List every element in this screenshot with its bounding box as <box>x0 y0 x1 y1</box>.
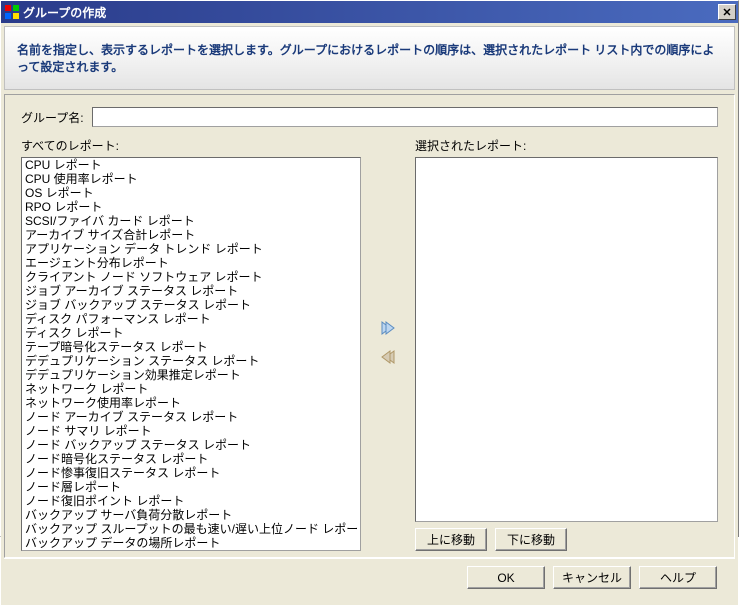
group-name-input[interactable] <box>92 107 718 127</box>
list-item[interactable]: RPO レポート <box>22 200 360 214</box>
list-item[interactable]: CPU レポート <box>22 158 360 172</box>
banner-text: 名前を指定し、表示するレポートを選択します。グループにおけるレポートの順序は、選… <box>17 41 722 75</box>
list-item[interactable]: テープ暗号化ステータス レポート <box>22 340 360 354</box>
arrow-left-icon <box>378 348 398 366</box>
selected-reports-listbox[interactable] <box>415 157 718 522</box>
footer-buttons: OK キャンセル ヘルプ <box>4 558 735 602</box>
list-item[interactable]: アーカイブ サイズ合計レポート <box>22 228 360 242</box>
list-item[interactable]: アプリケーション データ トレンド レポート <box>22 242 360 256</box>
list-item[interactable]: クライアント ノード ソフトウェア レポート <box>22 270 360 284</box>
list-item[interactable]: ジョブ バックアップ ステータス レポート <box>22 298 360 312</box>
list-item[interactable]: ノード バックアップ ステータス レポート <box>22 438 360 452</box>
arrow-right-icon <box>378 319 398 337</box>
list-item[interactable]: バックアップ データの場所レポート <box>22 536 360 550</box>
list-item[interactable]: ノード層レポート <box>22 480 360 494</box>
list-item[interactable]: ディスク パフォーマンス レポート <box>22 312 360 326</box>
list-item[interactable]: ノード サマリ レポート <box>22 424 360 438</box>
app-icon <box>5 5 19 19</box>
reorder-buttons: 上に移動 下に移動 <box>415 528 718 551</box>
close-icon: ✕ <box>722 6 731 19</box>
list-item[interactable]: バックアップ スループットの最も速い/遅い上位ノード レポート <box>22 522 360 536</box>
list-item[interactable]: エージェント分布レポート <box>22 256 360 270</box>
close-button[interactable]: ✕ <box>718 4 736 20</box>
list-item[interactable]: バックアップ サーバ負荷分散レポート <box>22 508 360 522</box>
list-item[interactable]: ノード惨事復旧ステータス レポート <box>22 466 360 480</box>
dual-list: すべてのレポート: CPU レポートCPU 使用率レポートOS レポートRPO … <box>21 137 718 551</box>
transfer-buttons <box>373 137 403 551</box>
window-title: グループの作成 <box>23 4 718 21</box>
list-item[interactable]: デデュプリケーション ステータス レポート <box>22 354 360 368</box>
info-banner: 名前を指定し、表示するレポートを選択します。グループにおけるレポートの順序は、選… <box>4 26 735 90</box>
group-name-row: グループ名: <box>21 107 718 127</box>
group-name-label: グループ名: <box>21 109 84 126</box>
list-item[interactable]: ジョブ アーカイブ ステータス レポート <box>22 284 360 298</box>
all-reports-listbox[interactable]: CPU レポートCPU 使用率レポートOS レポートRPO レポートSCSI/フ… <box>21 157 361 551</box>
list-item[interactable]: CPU 使用率レポート <box>22 172 360 186</box>
list-item[interactable]: ノード暗号化ステータス レポート <box>22 452 360 466</box>
list-item[interactable]: デデュプリケーション効果推定レポート <box>22 368 360 382</box>
list-item[interactable]: ノード アーカイブ ステータス レポート <box>22 410 360 424</box>
selected-reports-column: 選択されたレポート: 上に移動 下に移動 <box>415 137 718 551</box>
all-reports-label: すべてのレポート: <box>21 137 361 154</box>
content-area: 名前を指定し、表示するレポートを選択します。グループにおけるレポートの順序は、選… <box>1 23 738 605</box>
ok-button[interactable]: OK <box>467 566 545 589</box>
list-item[interactable]: OS レポート <box>22 186 360 200</box>
move-down-button[interactable]: 下に移動 <box>495 528 567 551</box>
titlebar: グループの作成 ✕ <box>1 1 738 23</box>
move-up-button[interactable]: 上に移動 <box>415 528 487 551</box>
list-item[interactable]: ノード復旧ポイント レポート <box>22 494 360 508</box>
list-item[interactable]: ディスク レポート <box>22 326 360 340</box>
list-item[interactable]: ネットワーク使用率レポート <box>22 396 360 410</box>
remove-button[interactable] <box>378 348 398 369</box>
all-reports-column: すべてのレポート: CPU レポートCPU 使用率レポートOS レポートRPO … <box>21 137 361 551</box>
selected-reports-label: 選択されたレポート: <box>415 137 718 154</box>
main-panel: グループ名: すべてのレポート: CPU レポートCPU 使用率レポートOS レ… <box>4 94 735 558</box>
cancel-button[interactable]: キャンセル <box>553 566 631 589</box>
list-item[interactable]: SCSI/ファイバ カード レポート <box>22 214 360 228</box>
add-button[interactable] <box>378 319 398 340</box>
dialog-window: グループの作成 ✕ 名前を指定し、表示するレポートを選択します。グループにおける… <box>0 0 739 537</box>
list-item[interactable]: ネットワーク レポート <box>22 382 360 396</box>
help-button[interactable]: ヘルプ <box>639 566 717 589</box>
